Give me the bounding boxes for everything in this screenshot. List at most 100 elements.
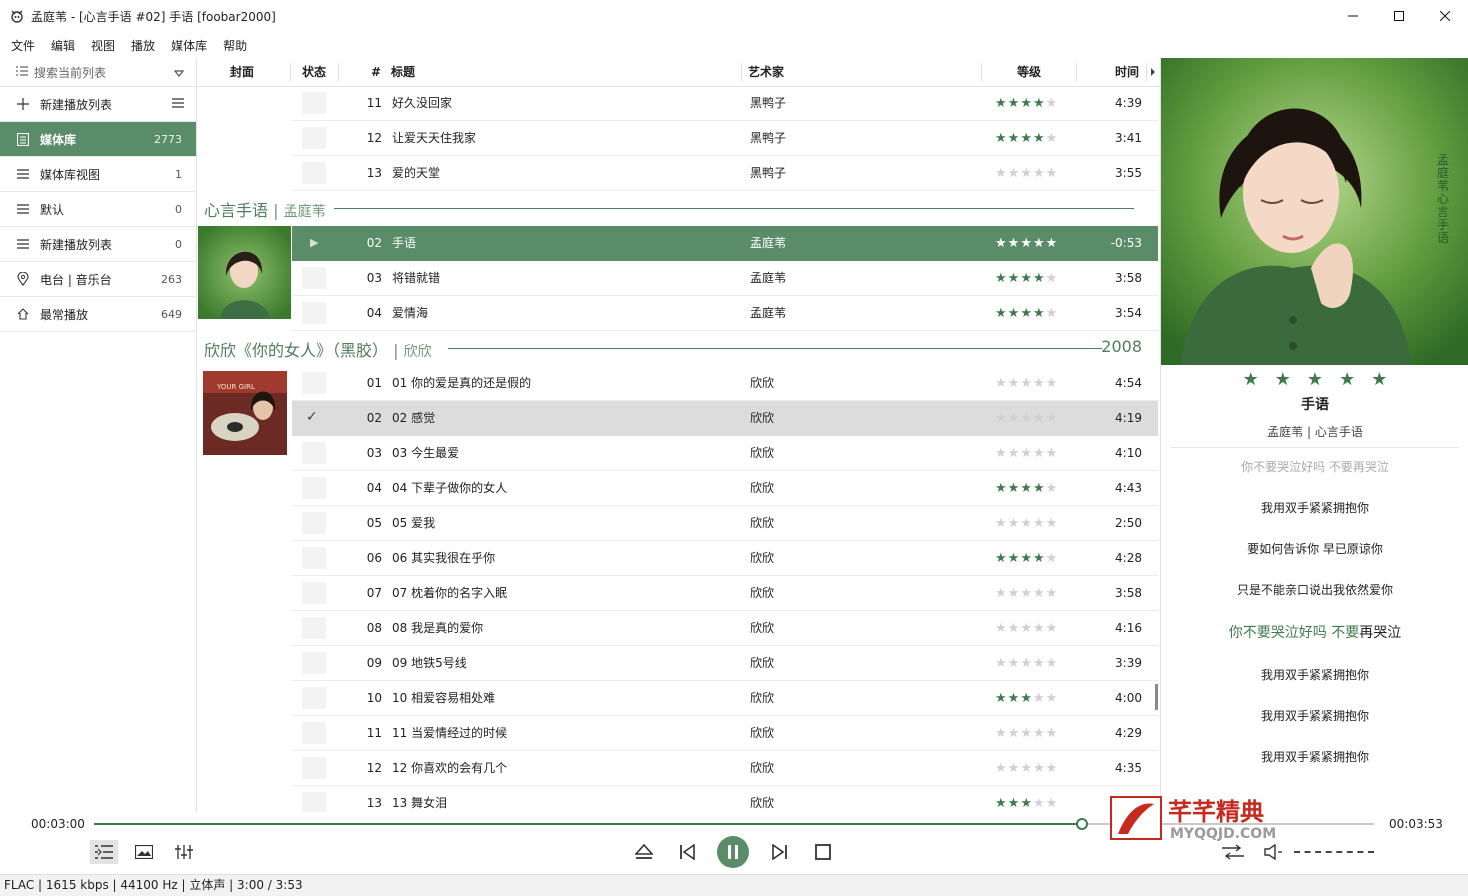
track-row[interactable]: 12 让爱天天住我家 黑鸭子 ★★★★★ 3:41 xyxy=(292,121,1158,156)
image-icon xyxy=(135,845,153,859)
track-row[interactable]: 05 05 爱我 欣欣 ★★★★★ 2:50 xyxy=(292,506,1158,541)
menu-view[interactable]: 视图 xyxy=(83,37,123,54)
sidebar-item-new-playlist[interactable]: 新建播放列表 xyxy=(0,87,196,122)
track-rating[interactable]: ★★★★★ xyxy=(995,447,1058,460)
menu-library[interactable]: 媒体库 xyxy=(163,37,215,54)
maximize-button[interactable] xyxy=(1376,0,1422,32)
track-rating[interactable]: ★★★★★ xyxy=(995,692,1058,705)
track-row[interactable]: 09 09 地铁5号线 欣欣 ★★★★★ 3:39 xyxy=(292,646,1158,681)
column-rating[interactable]: 等级 xyxy=(1017,58,1041,87)
column-status[interactable]: 状态 xyxy=(302,58,326,87)
stop-button[interactable] xyxy=(811,840,835,864)
track-rating[interactable]: ★★★★★ xyxy=(995,412,1058,425)
equalizer-button[interactable] xyxy=(170,840,198,864)
track-row[interactable]: 11 11 当爱情经过的时候 欣欣 ★★★★★ 4:29 xyxy=(292,716,1158,751)
track-rating[interactable]: ★★★★★ xyxy=(995,657,1058,670)
check-icon: ✓ xyxy=(306,409,318,425)
sidebar-item-most-played[interactable]: 最常播放 649 xyxy=(0,297,196,332)
menu-edit[interactable]: 编辑 xyxy=(43,37,83,54)
track-row[interactable]: 11 好久没回家 黑鸭子 ★★★★★ 4:39 xyxy=(292,86,1158,121)
sidebar-item-label: 最常播放 xyxy=(40,307,89,322)
playlist-toggle-button[interactable] xyxy=(90,840,118,864)
seek-handle[interactable] xyxy=(1076,818,1089,830)
track-time: 3:58 xyxy=(1115,271,1142,285)
track-rating[interactable]: ★★★★★ xyxy=(995,237,1058,250)
close-button[interactable] xyxy=(1422,0,1468,32)
track-rating[interactable]: ★★★★★ xyxy=(995,622,1058,635)
track-row[interactable]: 13 爱的天堂 黑鸭子 ★★★★★ 3:55 xyxy=(292,156,1158,191)
column-cover[interactable]: 封面 xyxy=(230,58,254,87)
track-row[interactable]: 04 爱情海 孟庭苇 ★★★★★ 3:54 xyxy=(292,296,1158,331)
track-number: 12 xyxy=(366,131,382,145)
track-row[interactable]: 08 08 我是真的爱你 欣欣 ★★★★★ 4:16 xyxy=(292,611,1158,646)
playlist-scrollbar[interactable] xyxy=(1155,684,1158,710)
status-cell xyxy=(302,162,326,184)
menu-help[interactable]: 帮助 xyxy=(215,37,255,54)
menu-file[interactable]: 文件 xyxy=(3,37,43,54)
playlist-icon xyxy=(95,845,113,859)
track-row[interactable]: 07 07 枕着你的名字入眠 欣欣 ★★★★★ 3:58 xyxy=(292,576,1158,611)
playlist-view: 封面 状态 # 标题 艺术家 等级 时间 11 好久没回家 黑鸭子 ★★★★★ 4:39… xyxy=(198,58,1160,812)
sidebar-item-library-view[interactable]: 媒体库视图 1 xyxy=(0,157,196,192)
track-rating[interactable]: ★★★★★ xyxy=(995,272,1058,285)
track-artist: 孟庭苇 xyxy=(750,271,787,285)
close-icon xyxy=(1440,11,1450,21)
dropdown-icon[interactable] xyxy=(173,67,185,81)
track-time: 3:58 xyxy=(1115,586,1142,600)
equalizer-icon xyxy=(175,845,193,859)
column-number[interactable]: # xyxy=(371,58,381,87)
next-button[interactable] xyxy=(768,840,792,864)
sidebar-item-library[interactable]: 媒体库 2773 xyxy=(0,122,196,157)
track-row[interactable]: 03 03 今生最爱 欣欣 ★★★★★ 4:10 xyxy=(292,436,1158,471)
chevron-right-icon[interactable] xyxy=(1150,58,1156,87)
track-row[interactable]: 10 10 相爱容易相处难 欣欣 ★★★★★ 4:00 xyxy=(292,681,1158,716)
track-row[interactable]: 01 01 你的爱是真的还是假的 欣欣 ★★★★★ 4:54 xyxy=(292,366,1158,401)
track-row[interactable]: 12 12 你喜欢的会有几个 欣欣 ★★★★★ 4:35 xyxy=(292,751,1158,786)
menu-playback[interactable]: 播放 xyxy=(123,37,163,54)
track-row[interactable]: 06 06 其实我很在乎你 欣欣 ★★★★★ 4:28 xyxy=(292,541,1158,576)
sidebar-item-new-playlist-2[interactable]: 新建播放列表 0 xyxy=(0,227,196,262)
pause-button[interactable] xyxy=(717,836,749,868)
track-artist: 黑鸭子 xyxy=(750,166,787,180)
now-playing-rating[interactable]: ★★★★★ xyxy=(1161,369,1468,390)
track-row[interactable]: 03 将错就错 孟庭苇 ★★★★★ 3:58 xyxy=(292,261,1158,296)
track-artist: 欣欣 xyxy=(750,691,775,705)
sidebar-item-count: 263 xyxy=(161,272,182,286)
track-number: 11 xyxy=(366,96,382,110)
track-time: 2:50 xyxy=(1115,516,1142,530)
track-row[interactable]: 1313 舞女泪欣欣★★★★★4:26 xyxy=(292,786,1158,812)
column-artist[interactable]: 艺术家 xyxy=(748,58,784,87)
track-rating[interactable]: ★★★★★ xyxy=(995,797,1058,810)
track-rating[interactable]: ★★★★★ xyxy=(995,97,1058,110)
track-rating[interactable]: ★★★★★ xyxy=(995,307,1058,320)
cover-toggle-button[interactable] xyxy=(130,840,158,864)
stop-icon xyxy=(815,844,831,860)
sidebar-item-default[interactable]: 默认 0 xyxy=(0,192,196,227)
eject-button[interactable] xyxy=(632,840,656,864)
previous-button[interactable] xyxy=(675,840,699,864)
track-rating[interactable]: ★★★★★ xyxy=(995,727,1058,740)
track-row-playing[interactable]: ▶ 02 手语 孟庭苇 ★★★★★ -0:53 xyxy=(292,226,1158,261)
volume-slider[interactable] xyxy=(1294,851,1374,853)
track-rating[interactable]: ★★★★★ xyxy=(995,482,1058,495)
track-rating[interactable]: ★★★★★ xyxy=(995,517,1058,530)
track-rating[interactable]: ★★★★★ xyxy=(995,762,1058,775)
search-current-list[interactable]: 搜索当前列表 xyxy=(0,58,196,87)
playback-order-button[interactable] xyxy=(1220,840,1246,864)
track-artist: 黑鸭子 xyxy=(750,96,787,110)
minimize-button[interactable] xyxy=(1330,0,1376,32)
track-title: 04 下辈子做你的女人 xyxy=(392,481,508,495)
track-rating[interactable]: ★★★★★ xyxy=(995,377,1058,390)
volume-button[interactable] xyxy=(1262,840,1286,864)
sidebar-item-radio[interactable]: 电台 | 音乐台 263 xyxy=(0,262,196,297)
track-number: 03 xyxy=(366,271,382,285)
track-row[interactable]: ✓ 02 02 感觉 欣欣 ★★★★★ 4:19 xyxy=(292,401,1158,436)
track-rating[interactable]: ★★★★★ xyxy=(995,587,1058,600)
hamburger-menu-icon[interactable] xyxy=(172,98,184,111)
track-rating[interactable]: ★★★★★ xyxy=(995,552,1058,565)
track-row[interactable]: 04 04 下辈子做你的女人 欣欣 ★★★★★ 4:43 xyxy=(292,471,1158,506)
track-rating[interactable]: ★★★★★ xyxy=(995,167,1058,180)
column-title[interactable]: 标题 xyxy=(391,58,415,87)
track-rating[interactable]: ★★★★★ xyxy=(995,132,1058,145)
column-time[interactable]: 时间 xyxy=(1115,58,1139,87)
